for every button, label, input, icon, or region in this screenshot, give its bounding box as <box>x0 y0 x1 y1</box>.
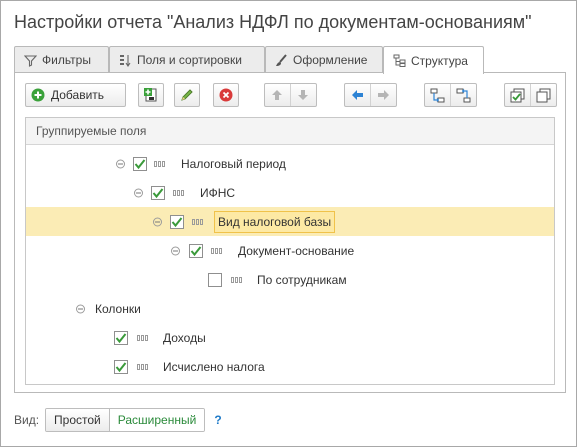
view-simple-button[interactable]: Простой <box>46 409 110 431</box>
tab-label: Оформление <box>293 53 368 67</box>
structure-icon <box>392 54 406 68</box>
ungroup-icon <box>456 88 471 102</box>
brush-icon <box>274 53 288 67</box>
checkmark-icon <box>152 187 164 198</box>
row-checkbox[interactable] <box>208 272 222 287</box>
tab-label: Поля и сортировки <box>137 53 242 67</box>
add-button[interactable]: Добавить <box>25 83 126 107</box>
arrow-up-icon <box>272 90 283 100</box>
structure-tree: Группируемые поля Налоговый период ИФНС <box>25 117 555 385</box>
row-checkbox[interactable] <box>170 214 184 229</box>
view-mode-label: Вид: <box>14 413 40 427</box>
tab-appearance[interactable]: Оформление <box>265 46 383 73</box>
tab-structure[interactable]: Структура <box>383 46 484 74</box>
group-icon <box>430 88 445 102</box>
collapse-toggle[interactable] <box>171 246 180 255</box>
collapse-toggle[interactable] <box>116 159 125 168</box>
row-label: Колонки <box>95 301 141 316</box>
tab-fields-sorting[interactable]: Поля и сортировки <box>109 46 265 73</box>
checkmark-icon <box>134 158 146 169</box>
view-extended-button[interactable]: Расширенный <box>109 409 205 431</box>
field-icon <box>192 218 203 225</box>
row-label: Доходы <box>163 330 206 345</box>
ungroup-button[interactable] <box>451 84 476 106</box>
row-label: Налоговый период <box>181 156 286 171</box>
window-title: Настройки отчета "Анализ НДФЛ по докумен… <box>14 12 532 32</box>
check-all-button[interactable] <box>505 84 531 106</box>
add-group-button[interactable] <box>138 83 164 107</box>
filter-icon <box>23 53 37 67</box>
checkmark-icon <box>190 245 202 256</box>
row-checkbox[interactable] <box>189 243 203 258</box>
grid-header: Группируемые поля <box>26 118 554 145</box>
move-updown-group <box>264 83 317 107</box>
check-all-icon <box>510 88 525 102</box>
tab-label: Фильтры <box>42 53 91 67</box>
uncheck-all-button[interactable] <box>531 84 556 106</box>
help-link[interactable]: ? <box>214 413 221 427</box>
row-checkbox[interactable] <box>133 156 147 171</box>
tree-row-selected[interactable]: Вид налоговой базы <box>26 207 554 236</box>
delete-icon <box>219 88 233 102</box>
pencil-icon <box>181 89 193 101</box>
field-icon <box>137 363 148 370</box>
move-down-button[interactable] <box>291 84 316 106</box>
field-icon <box>154 160 165 167</box>
row-label: Документ-основание <box>238 243 355 258</box>
add-button-label: Добавить <box>51 88 105 102</box>
edit-button[interactable] <box>174 83 200 107</box>
field-icon <box>137 334 148 341</box>
collapse-toggle[interactable] <box>76 304 85 313</box>
field-icon <box>211 247 222 254</box>
structure-panel: Добавить Группируемые поля Налоговый пер… <box>14 72 566 393</box>
uncheck-all-icon <box>536 88 551 102</box>
tab-filters[interactable]: Фильтры <box>14 46 109 73</box>
view-mode-bar: Вид: Простой Расширенный ? <box>14 408 222 432</box>
row-label: По сотрудникам <box>257 272 347 287</box>
tree-row[interactable]: Налоговый период <box>26 149 554 178</box>
row-checkbox[interactable] <box>151 185 165 200</box>
tree-row[interactable]: Колонки <box>26 294 554 323</box>
collapse-toggle[interactable] <box>134 188 143 197</box>
row-label: Исчислено налога <box>163 359 265 374</box>
view-mode-switch: Простой Расширенный <box>45 408 206 432</box>
row-checkbox[interactable] <box>114 359 128 374</box>
row-checkbox[interactable] <box>114 330 128 345</box>
row-label: Вид налоговой базы <box>214 210 336 233</box>
arrow-right-icon <box>377 90 389 100</box>
tree-row[interactable]: Документ-основание <box>26 236 554 265</box>
tree-row[interactable]: Доходы <box>26 323 554 352</box>
checkmark-icon <box>115 361 127 372</box>
row-label: ИФНС <box>200 185 236 200</box>
collapse-toggle[interactable] <box>153 217 162 226</box>
tree-row[interactable]: ИФНС <box>26 178 554 207</box>
check-group <box>504 83 557 107</box>
field-icon <box>231 276 242 283</box>
move-right-button[interactable] <box>371 84 396 106</box>
grid-header-label: Группируемые поля <box>36 124 147 138</box>
tree-row[interactable]: По сотрудникам <box>26 265 554 294</box>
tree-row[interactable]: Исчислено налога <box>26 352 554 381</box>
settings-window: Настройки отчета "Анализ НДФЛ по докумен… <box>0 0 577 447</box>
move-up-button[interactable] <box>265 84 291 106</box>
add-group-icon <box>144 88 157 102</box>
field-icon <box>173 189 184 196</box>
move-leftright-group <box>344 83 397 107</box>
plus-icon <box>31 88 45 102</box>
checkmark-icon <box>115 332 127 343</box>
tab-label: Структура <box>411 53 468 68</box>
arrow-left-icon <box>351 90 363 100</box>
grouping-group <box>424 83 477 107</box>
sort-fields-icon <box>118 53 132 67</box>
delete-button[interactable] <box>213 83 239 107</box>
group-button[interactable] <box>425 84 451 106</box>
move-left-button[interactable] <box>345 84 371 106</box>
arrow-down-icon <box>298 90 309 100</box>
checkmark-icon <box>171 216 183 227</box>
